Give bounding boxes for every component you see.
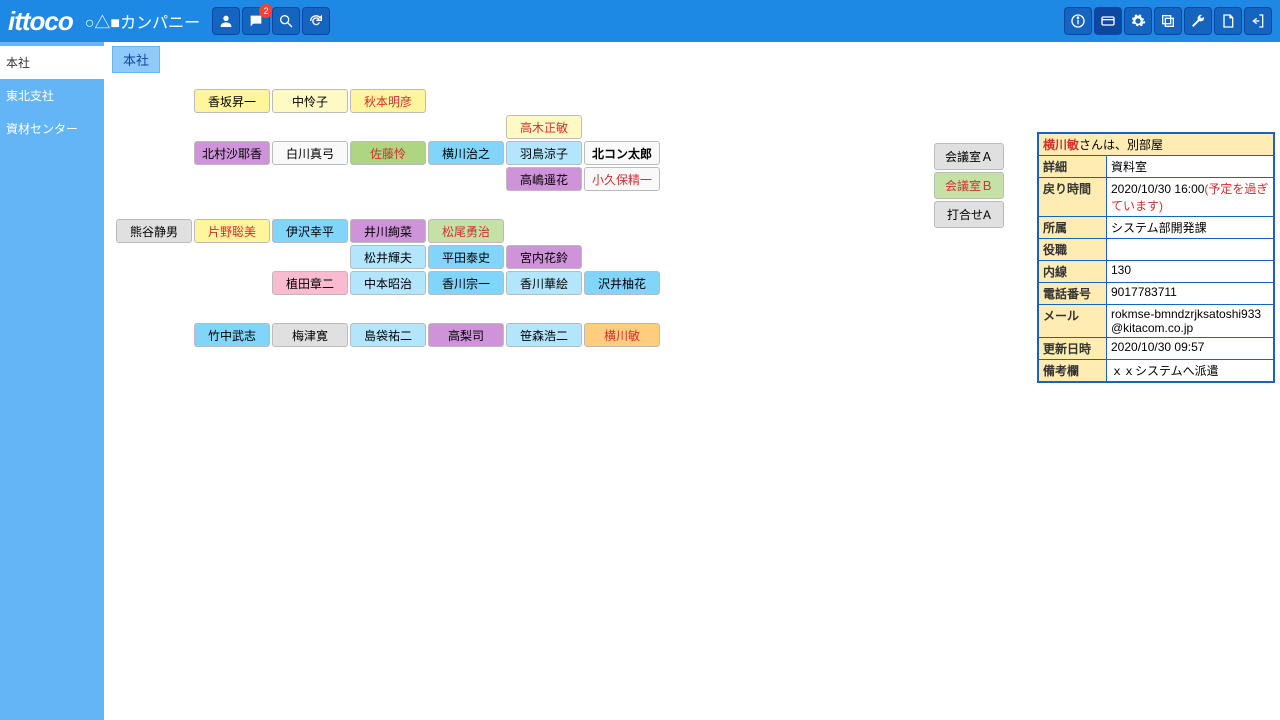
detail-row: 詳細資料室 <box>1039 156 1273 178</box>
detail-row-label: 備考欄 <box>1039 360 1107 381</box>
detail-row: 所属システム部開発課 <box>1039 217 1273 239</box>
detail-status: 横川敏さんは、別部屋 <box>1039 134 1273 156</box>
detail-status-suffix: さんは、 <box>1079 138 1127 152</box>
detail-row-label: 戻り時間 <box>1039 178 1107 216</box>
info-icon[interactable] <box>1064 7 1092 35</box>
header-right-toolbar <box>1064 7 1272 35</box>
detail-row-value <box>1107 239 1273 260</box>
document-icon[interactable] <box>1214 7 1242 35</box>
seat[interactable]: 植田章二 <box>272 271 348 295</box>
detail-row: 更新日時2020/10/30 09:57 <box>1039 338 1273 360</box>
seat[interactable]: 伊沢幸平 <box>272 219 348 243</box>
app-header: ittoco ○△■カンパニー 2 <box>0 0 1280 42</box>
detail-status-name: 横川敏 <box>1043 138 1079 152</box>
detail-row-value: ｘｘシステムへ派遣 <box>1107 360 1273 381</box>
detail-row-warning: (予定を過ぎています) <box>1111 182 1268 213</box>
detail-row-label: 役職 <box>1039 239 1107 260</box>
seat[interactable]: 秋本明彦 <box>350 89 426 113</box>
header-left-toolbar: 2 <box>212 7 330 35</box>
seat[interactable]: 横川敏 <box>584 323 660 347</box>
main-area: 本社 香坂昇一中怜子秋本明彦高木正敏北村沙耶香白川真弓佐藤怜横川治之羽鳥涼子北コ… <box>104 42 1280 720</box>
sidebar-item-0[interactable]: 本社 <box>0 46 104 79</box>
seat[interactable]: 宮内花鈴 <box>506 245 582 269</box>
seat[interactable]: 羽鳥涼子 <box>506 141 582 165</box>
tab-bar: 本社 <box>104 42 1280 75</box>
seat[interactable]: 島袋祐二 <box>350 323 426 347</box>
detail-row: 役職 <box>1039 239 1273 261</box>
wrench-icon[interactable] <box>1184 7 1212 35</box>
logo: ittoco <box>8 6 73 37</box>
detail-row-value: 9017783711 <box>1107 283 1273 304</box>
detail-row-label: メール <box>1039 305 1107 337</box>
seat-group-2: 熊谷静男片野聡美伊沢幸平井川絢菜松尾勇治松井輝夫平田泰史宮内花鈴植田章二中本昭治… <box>116 219 1004 295</box>
seat[interactable]: 佐藤怜 <box>350 141 426 165</box>
seat[interactable]: 高木正敏 <box>506 115 582 139</box>
tab-active[interactable]: 本社 <box>112 46 160 73</box>
room[interactable]: 会議室Ｂ <box>934 172 1004 199</box>
detail-row-label: 電話番号 <box>1039 283 1107 304</box>
detail-row-value: 130 <box>1107 261 1273 282</box>
detail-row: 電話番号9017783711 <box>1039 283 1273 305</box>
seat-group-1: 香坂昇一中怜子秋本明彦高木正敏北村沙耶香白川真弓佐藤怜横川治之羽鳥涼子北コン太郎… <box>116 89 1004 191</box>
seat[interactable]: 井川絢菜 <box>350 219 426 243</box>
seat[interactable]: 香川華絵 <box>506 271 582 295</box>
search-icon[interactable] <box>272 7 300 35</box>
seat[interactable]: 平田泰史 <box>428 245 504 269</box>
sidebar-item-2[interactable]: 資材センター <box>0 112 104 145</box>
seat[interactable]: 高梨司 <box>428 323 504 347</box>
seat[interactable]: 松尾勇治 <box>428 219 504 243</box>
seat[interactable]: 北村沙耶香 <box>194 141 270 165</box>
seat-group-3: 竹中武志梅津寛島袋祐二高梨司笹森浩二横川敏 <box>116 323 1004 347</box>
room[interactable]: 打合せA <box>934 201 1004 228</box>
seat[interactable]: 片野聡美 <box>194 219 270 243</box>
detail-row-value: 2020/10/30 16:00(予定を過ぎています) <box>1107 178 1273 216</box>
seat-board: 香坂昇一中怜子秋本明彦高木正敏北村沙耶香白川真弓佐藤怜横川治之羽鳥涼子北コン太郎… <box>104 75 1016 361</box>
seat[interactable]: 高嶋遥花 <box>506 167 582 191</box>
detail-row-label: 更新日時 <box>1039 338 1107 359</box>
company-name: ○△■カンパニー <box>85 9 200 33</box>
seat[interactable]: 小久保精一 <box>584 167 660 191</box>
detail-row-label: 内線 <box>1039 261 1107 282</box>
detail-row: メールrokmse-bmndzrjksatoshi933@kitacom.co.… <box>1039 305 1273 338</box>
detail-row-label: 詳細 <box>1039 156 1107 177</box>
seat[interactable]: 香川宗一 <box>428 271 504 295</box>
seat[interactable]: 沢井柚花 <box>584 271 660 295</box>
detail-row: 内線130 <box>1039 261 1273 283</box>
sidebar-item-1[interactable]: 東北支社 <box>0 79 104 112</box>
chat-icon[interactable]: 2 <box>242 7 270 35</box>
detail-row: 戻り時間2020/10/30 16:00(予定を過ぎています) <box>1039 178 1273 217</box>
seat[interactable]: 中怜子 <box>272 89 348 113</box>
sidebar: 本社東北支社資材センター <box>0 42 104 720</box>
seat[interactable]: 熊谷静男 <box>116 219 192 243</box>
detail-row-value: 2020/10/30 09:57 <box>1107 338 1273 359</box>
user-icon[interactable] <box>212 7 240 35</box>
copy-icon[interactable] <box>1154 7 1182 35</box>
seat[interactable]: 梅津寛 <box>272 323 348 347</box>
gear-icon[interactable] <box>1124 7 1152 35</box>
room[interactable]: 会議室Ａ <box>934 143 1004 170</box>
logout-icon[interactable] <box>1244 7 1272 35</box>
seat[interactable]: 竹中武志 <box>194 323 270 347</box>
seat[interactable]: 横川治之 <box>428 141 504 165</box>
seat[interactable]: 笹森浩二 <box>506 323 582 347</box>
room-list: 会議室Ａ会議室Ｂ打合せA <box>934 143 1004 228</box>
detail-panel: 横川敏さんは、別部屋 詳細資料室戻り時間2020/10/30 16:00(予定を… <box>1037 132 1275 383</box>
detail-row-value: rokmse-bmndzrjksatoshi933@kitacom.co.jp <box>1107 305 1273 337</box>
detail-row-value: 資料室 <box>1107 156 1273 177</box>
detail-row-label: 所属 <box>1039 217 1107 238</box>
refresh-icon[interactable] <box>302 7 330 35</box>
detail-row-value: システム部開発課 <box>1107 217 1273 238</box>
card-icon[interactable] <box>1094 7 1122 35</box>
seat[interactable]: 中本昭治 <box>350 271 426 295</box>
seat[interactable]: 白川真弓 <box>272 141 348 165</box>
seat[interactable]: 北コン太郎 <box>584 141 660 165</box>
seat[interactable]: 松井輝夫 <box>350 245 426 269</box>
detail-row: 備考欄ｘｘシステムへ派遣 <box>1039 360 1273 381</box>
detail-status-text: 別部屋 <box>1127 138 1163 152</box>
chat-badge: 2 <box>259 4 273 18</box>
seat[interactable]: 香坂昇一 <box>194 89 270 113</box>
